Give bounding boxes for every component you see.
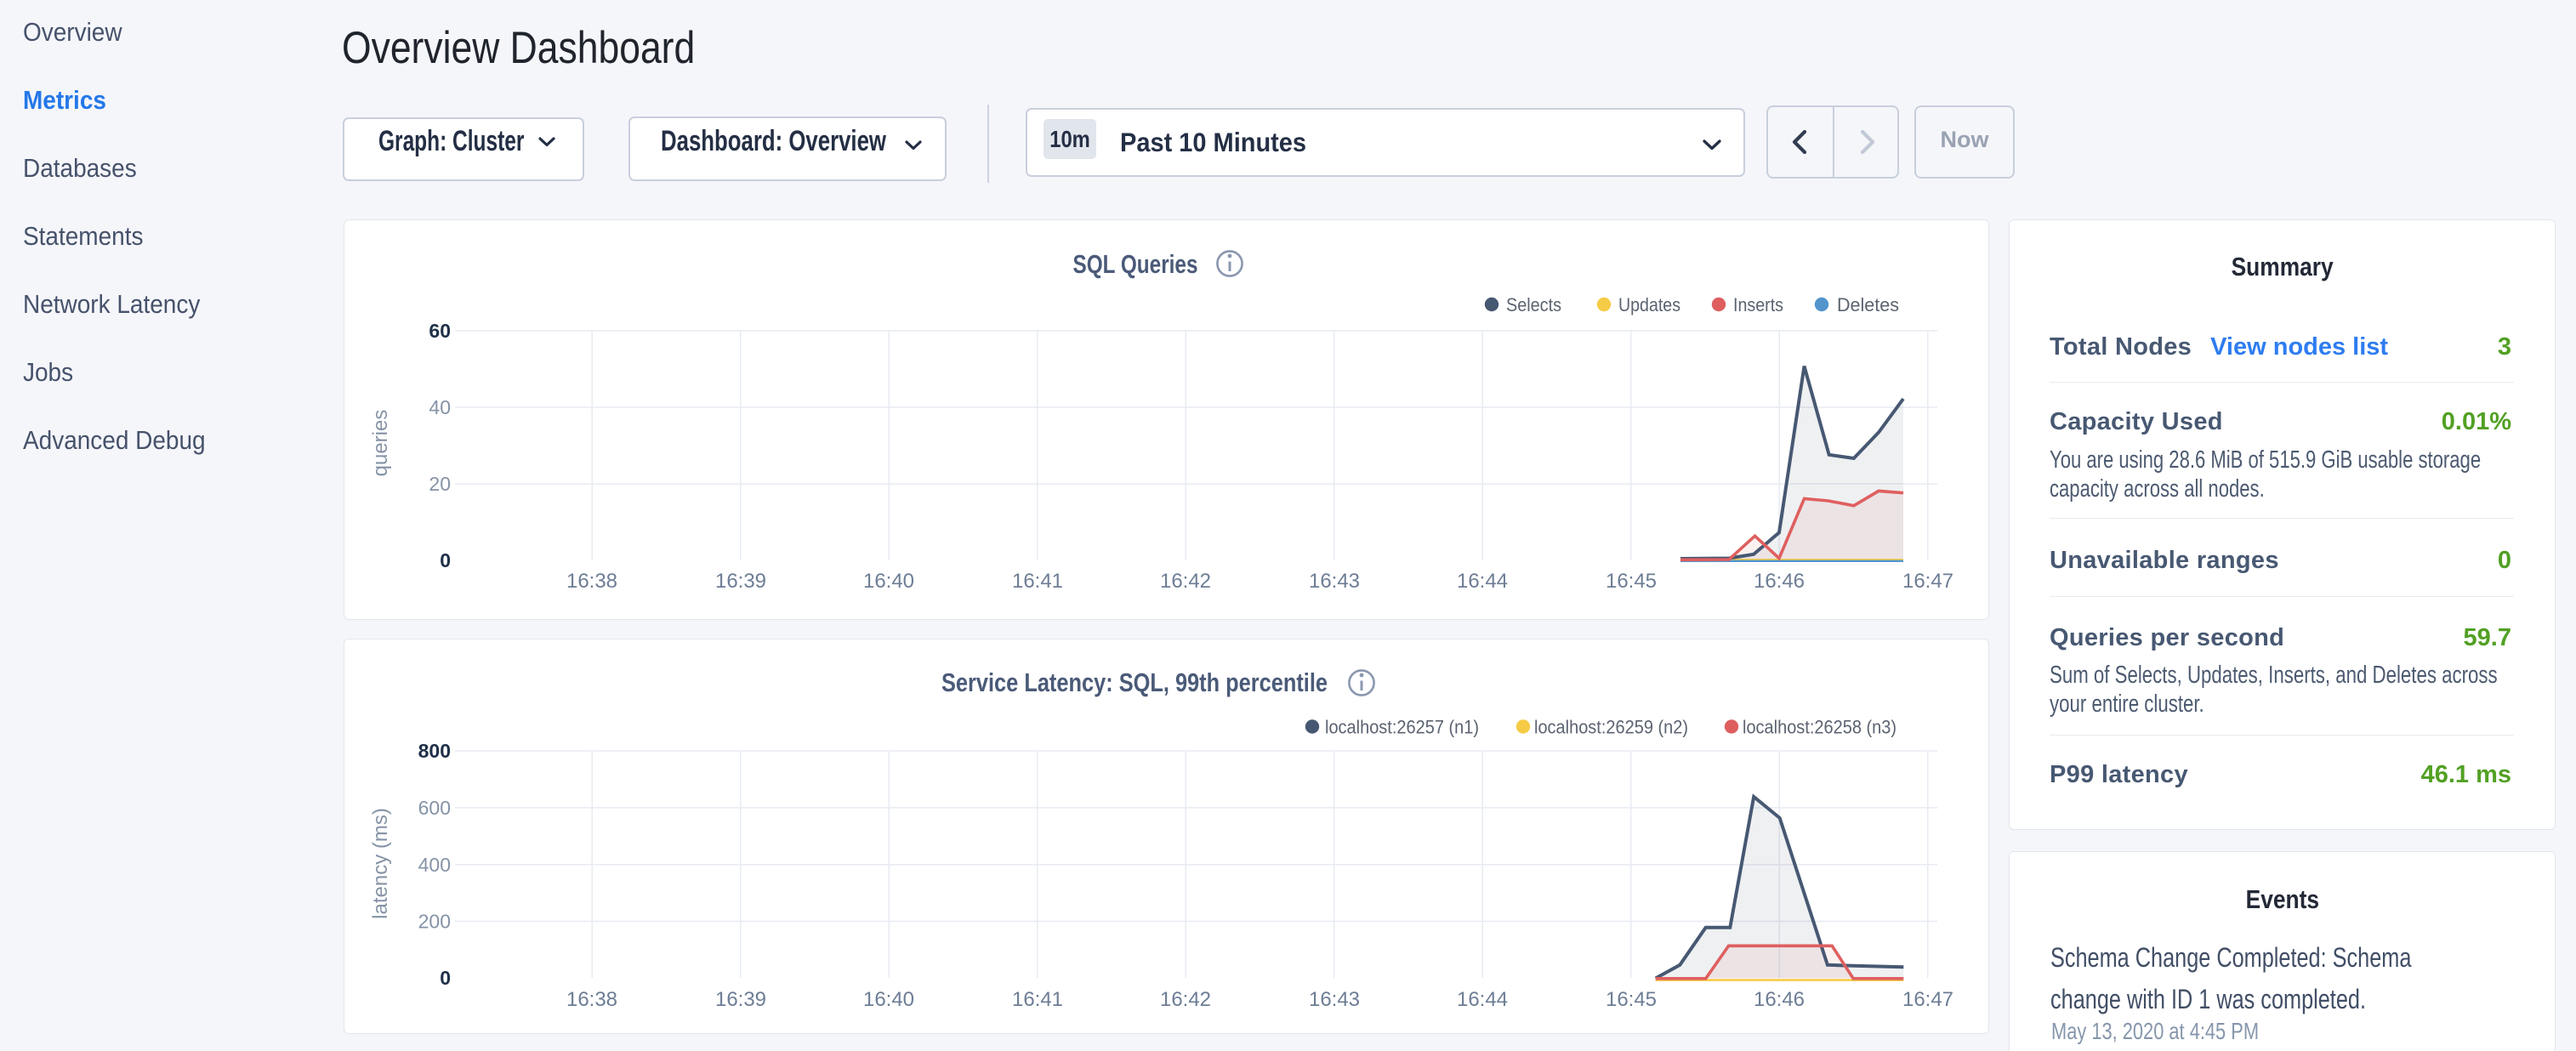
svg-text:16:45: 16:45: [1606, 570, 1657, 593]
svg-text:16:44: 16:44: [1457, 988, 1508, 1011]
svg-text:20: 20: [429, 473, 451, 495]
svg-text:16:43: 16:43: [1309, 570, 1360, 593]
svg-text:600: 600: [418, 797, 451, 819]
svg-text:0: 0: [440, 549, 451, 571]
svg-text:16:40: 16:40: [863, 988, 914, 1011]
svg-text:40: 40: [429, 396, 451, 418]
svg-text:0: 0: [440, 967, 451, 989]
svg-text:queries: queries: [369, 410, 392, 477]
svg-text:16:38: 16:38: [566, 570, 617, 593]
svg-text:200: 200: [418, 911, 451, 933]
svg-text:Deletes: Deletes: [1837, 294, 1899, 315]
svg-text:Service Latency: SQL, 99th per: Service Latency: SQL, 99th percentile: [941, 668, 1328, 697]
svg-text:16:38: 16:38: [566, 988, 617, 1011]
svg-text:16:42: 16:42: [1160, 570, 1211, 593]
svg-text:16:43: 16:43: [1309, 988, 1360, 1011]
svg-text:16:40: 16:40: [863, 570, 914, 593]
svg-text:16:45: 16:45: [1606, 988, 1657, 1011]
svg-text:latency (ms): latency (ms): [369, 808, 392, 919]
svg-text:16:39: 16:39: [715, 988, 766, 1011]
svg-text:Inserts: Inserts: [1733, 294, 1783, 315]
svg-text:16:47: 16:47: [1902, 988, 1953, 1011]
svg-text:16:44: 16:44: [1457, 570, 1508, 593]
svg-text:16:46: 16:46: [1754, 570, 1805, 593]
svg-text:Selects: Selects: [1506, 294, 1561, 315]
svg-text:16:42: 16:42: [1160, 988, 1211, 1011]
svg-text:60: 60: [429, 320, 451, 342]
svg-text:localhost:26259 (n2): localhost:26259 (n2): [1534, 717, 1688, 738]
svg-text:Updates: Updates: [1618, 294, 1680, 315]
svg-text:16:39: 16:39: [715, 570, 766, 593]
svg-text:16:46: 16:46: [1754, 988, 1805, 1011]
svg-text:localhost:26257 (n1): localhost:26257 (n1): [1325, 717, 1479, 738]
svg-text:16:41: 16:41: [1012, 988, 1063, 1011]
svg-text:SQL Queries: SQL Queries: [1073, 249, 1198, 279]
svg-text:16:47: 16:47: [1902, 570, 1953, 593]
svg-text:800: 800: [418, 740, 451, 762]
svg-text:400: 400: [418, 854, 451, 876]
svg-text:localhost:26258 (n3): localhost:26258 (n3): [1743, 717, 1896, 738]
svg-text:16:41: 16:41: [1012, 570, 1063, 593]
